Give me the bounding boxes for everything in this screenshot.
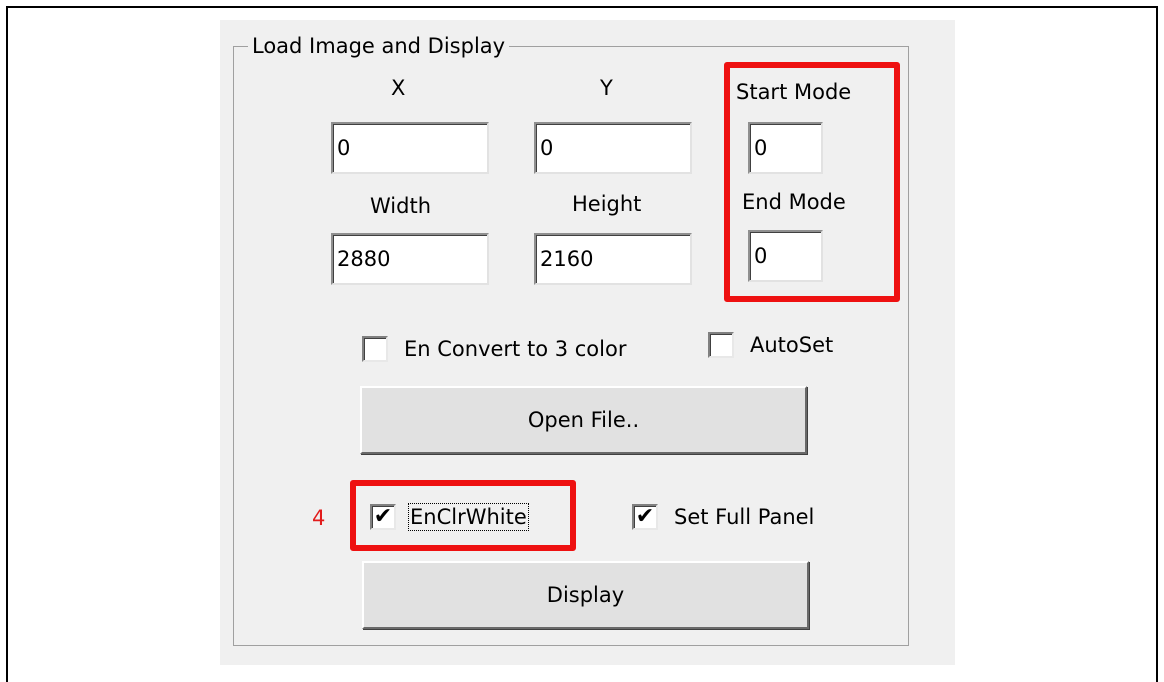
- step-number-annotation: 4: [312, 506, 326, 530]
- start-mode-label: Start Mode: [736, 80, 852, 104]
- width-input[interactable]: [331, 233, 489, 285]
- enclrwhite-checkbox[interactable]: ✔ EnClrWhite: [370, 503, 529, 531]
- autoset-label: AutoSet: [750, 333, 834, 357]
- height-input[interactable]: [534, 233, 692, 285]
- enclrwhite-box[interactable]: ✔: [370, 504, 396, 530]
- display-button[interactable]: Display: [362, 561, 809, 629]
- set-full-panel-box[interactable]: ✔: [632, 504, 658, 530]
- end-mode-input[interactable]: [748, 230, 823, 282]
- groupbox-title: Load Image and Display: [248, 34, 510, 58]
- set-full-panel-checkbox[interactable]: ✔ Set Full Panel: [632, 504, 814, 530]
- start-mode-input[interactable]: [748, 122, 823, 174]
- convert-3-color-checkbox[interactable]: En Convert to 3 color: [362, 336, 626, 362]
- load-image-dialog: Load Image and Display X Y Start Mode Wi…: [220, 20, 955, 665]
- x-input[interactable]: [331, 122, 489, 174]
- convert-3-color-label: En Convert to 3 color: [404, 337, 627, 361]
- enclrwhite-label: EnClrWhite: [408, 503, 529, 531]
- autoset-checkbox[interactable]: AutoSet: [708, 332, 833, 358]
- height-label: Height: [572, 192, 642, 216]
- y-input[interactable]: [534, 122, 692, 174]
- autoset-box[interactable]: [708, 332, 734, 358]
- set-full-panel-label: Set Full Panel: [674, 505, 815, 529]
- x-label: X: [391, 76, 406, 100]
- width-label: Width: [370, 194, 432, 218]
- end-mode-label: End Mode: [742, 190, 846, 214]
- convert-3-color-box[interactable]: [362, 336, 388, 362]
- y-label: Y: [600, 76, 613, 100]
- open-file-button[interactable]: Open File..: [360, 386, 807, 454]
